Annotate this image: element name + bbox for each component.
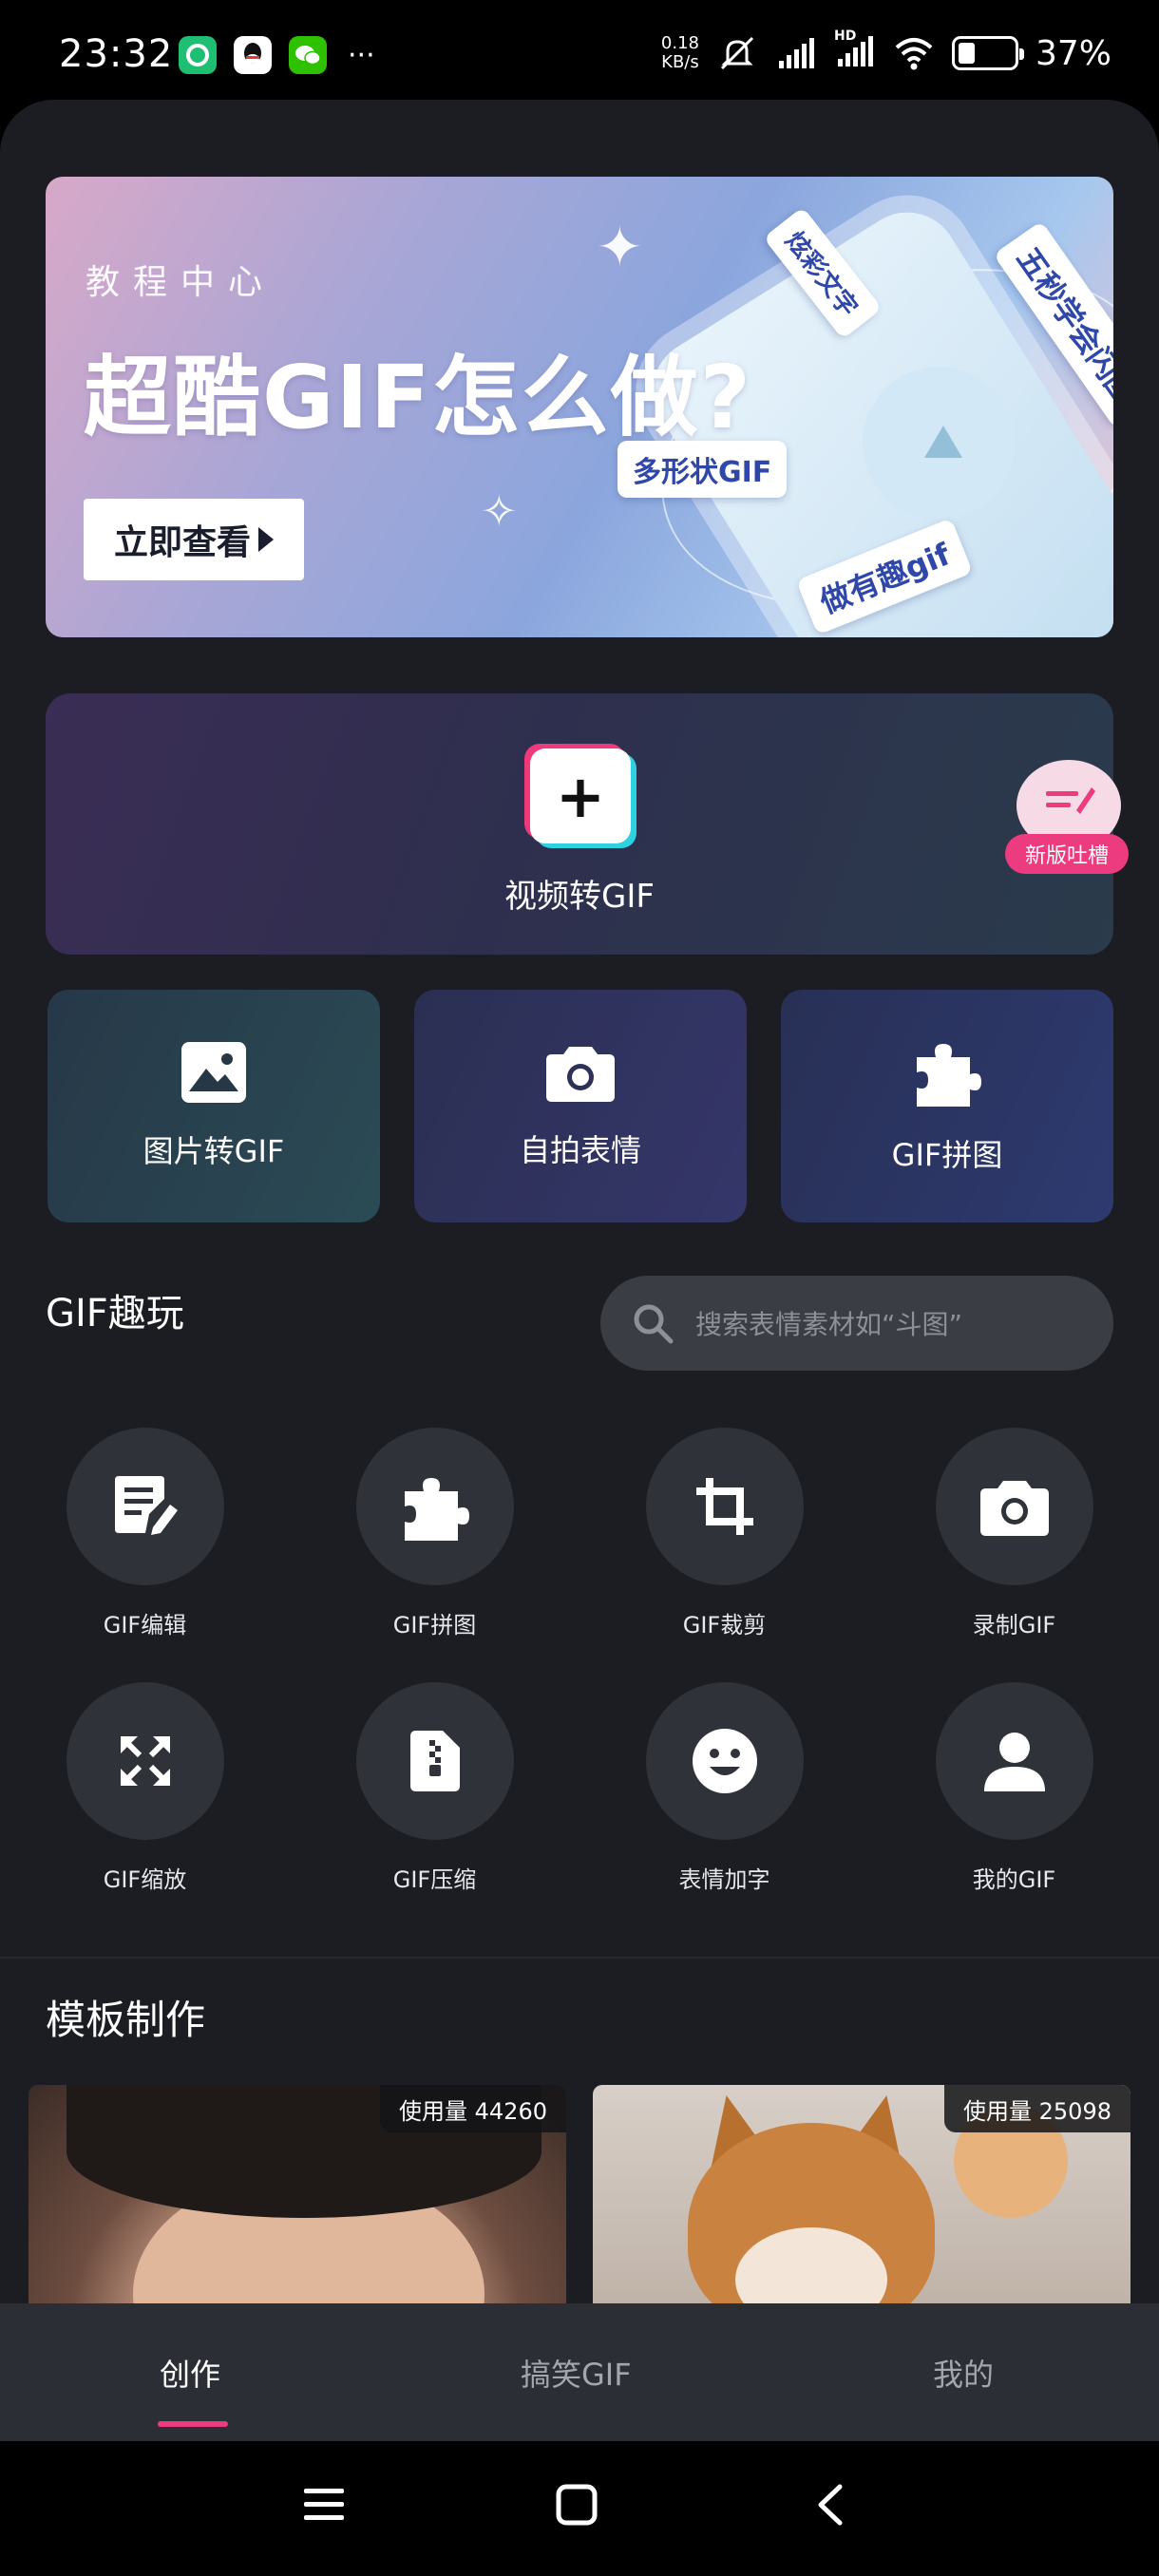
- bottom-tab-bar: 创作 搞笑GIF 我的: [0, 2303, 1159, 2441]
- plus-icon: +: [530, 748, 631, 843]
- play-arrow-icon: [258, 527, 274, 552]
- banner-subtitle: 教程中心: [86, 263, 276, 302]
- tab-create[interactable]: 创作: [160, 2351, 220, 2395]
- selfie-sticker-tile[interactable]: 自拍表情: [414, 990, 747, 1222]
- search-placeholder: 搜索表情素材如“斗图”: [695, 1309, 963, 1340]
- tutorial-banner[interactable]: ✦ ✧ 炫彩文字 五秒学会闪图 多形状GIF 做有趣gif 教程中心 超酷GIF…: [46, 177, 1113, 637]
- usage-count: 使用量 44260: [380, 2085, 566, 2132]
- status-time: 23:32: [59, 32, 174, 76]
- system-nav-bar: [0, 2441, 1159, 2576]
- gif-edit-button[interactable]: GIF编辑: [38, 1428, 252, 1682]
- video-to-gif-card[interactable]: + 视频转GIF 新版吐槽: [46, 693, 1129, 955]
- edit-icon: [114, 1476, 178, 1535]
- banner-title: 超酷GIF怎么做?: [84, 347, 752, 448]
- tab-me[interactable]: 我的: [933, 2351, 994, 2395]
- wechat-icon: [289, 36, 327, 74]
- crop-icon: [695, 1478, 753, 1535]
- wifi-icon: [895, 38, 933, 70]
- home-icon[interactable]: [555, 2483, 598, 2527]
- banner-play-icon: [924, 426, 962, 458]
- image-icon: [181, 1041, 246, 1103]
- view-now-button[interactable]: 立即查看: [84, 499, 304, 580]
- gif-fun-title: GIF趣玩: [46, 1292, 184, 1335]
- feedback-button[interactable]: 新版吐槽: [1005, 750, 1129, 902]
- template-card[interactable]: 使用量 25098: [593, 2085, 1130, 2303]
- my-gif-button[interactable]: 我的GIF: [907, 1682, 1121, 1937]
- smile-icon: [692, 1729, 757, 1793]
- zip-file-icon: [409, 1731, 460, 1791]
- search-icon: [634, 1304, 674, 1344]
- menu-icon[interactable]: [302, 2483, 346, 2527]
- search-input[interactable]: 搜索表情素材如“斗图”: [600, 1276, 1113, 1371]
- feedback-label: 新版吐槽: [1005, 834, 1129, 874]
- feature-tiles: 图片转GIF 自拍表情 GIF拼图: [48, 990, 1113, 1227]
- add-text-button[interactable]: 表情加字: [618, 1682, 831, 1937]
- camera-icon: [546, 1046, 615, 1102]
- signal-icon: [778, 38, 814, 68]
- puzzle-icon: [917, 1043, 981, 1107]
- gif-collage-button[interactable]: GIF拼图: [328, 1428, 542, 1682]
- sparkle-icon: ✦: [597, 215, 643, 279]
- notification-icons: ···: [179, 36, 375, 74]
- usage-count: 使用量 25098: [944, 2085, 1130, 2132]
- tab-funny-gif[interactable]: 搞笑GIF: [521, 2351, 632, 2395]
- system-icons: 0.18 KB/s HD 37%: [660, 28, 1112, 74]
- resize-icon: [120, 1736, 170, 1786]
- active-tab-indicator: [158, 2421, 228, 2427]
- battery-percent: 37%: [1035, 33, 1112, 73]
- camera-icon: [979, 1481, 1049, 1536]
- video-to-gif-label: 视频转GIF: [504, 878, 655, 916]
- templates-title: 模板制作: [46, 1997, 206, 2043]
- user-icon: [983, 1733, 1045, 1791]
- tools-grid: GIF编辑 GIF拼图 GIF裁剪 录制GIF GIF缩放 GIF压缩 表情加字…: [38, 1428, 1121, 1937]
- gif-resize-button[interactable]: GIF缩放: [38, 1682, 252, 1937]
- network-speed: 0.18 KB/s: [660, 33, 699, 72]
- back-icon[interactable]: [811, 2483, 849, 2527]
- mute-icon: [720, 36, 754, 70]
- gif-compress-button[interactable]: GIF压缩: [328, 1682, 542, 1937]
- template-card[interactable]: 使用量 44260: [28, 2085, 566, 2303]
- more-notifications: ···: [348, 38, 375, 72]
- battery-icon: [951, 36, 1024, 70]
- app-content: ✦ ✧ 炫彩文字 五秒学会闪图 多形状GIF 做有趣gif 教程中心 超酷GIF…: [0, 100, 1159, 2303]
- puzzle-icon: [404, 1478, 469, 1541]
- sparkle-icon: ✧: [481, 485, 518, 537]
- signal-icon-2: HD: [834, 28, 876, 74]
- qq-icon: [234, 36, 272, 74]
- image-to-gif-tile[interactable]: 图片转GIF: [48, 990, 380, 1222]
- section-divider: [0, 1957, 1159, 1959]
- gif-collage-tile[interactable]: GIF拼图: [781, 990, 1113, 1222]
- record-gif-button[interactable]: 录制GIF: [907, 1428, 1121, 1682]
- app-360-icon: [179, 36, 217, 74]
- gif-crop-button[interactable]: GIF裁剪: [618, 1428, 831, 1682]
- status-bar: 23:32 ··· 0.18 KB/s HD 37%: [0, 0, 1159, 104]
